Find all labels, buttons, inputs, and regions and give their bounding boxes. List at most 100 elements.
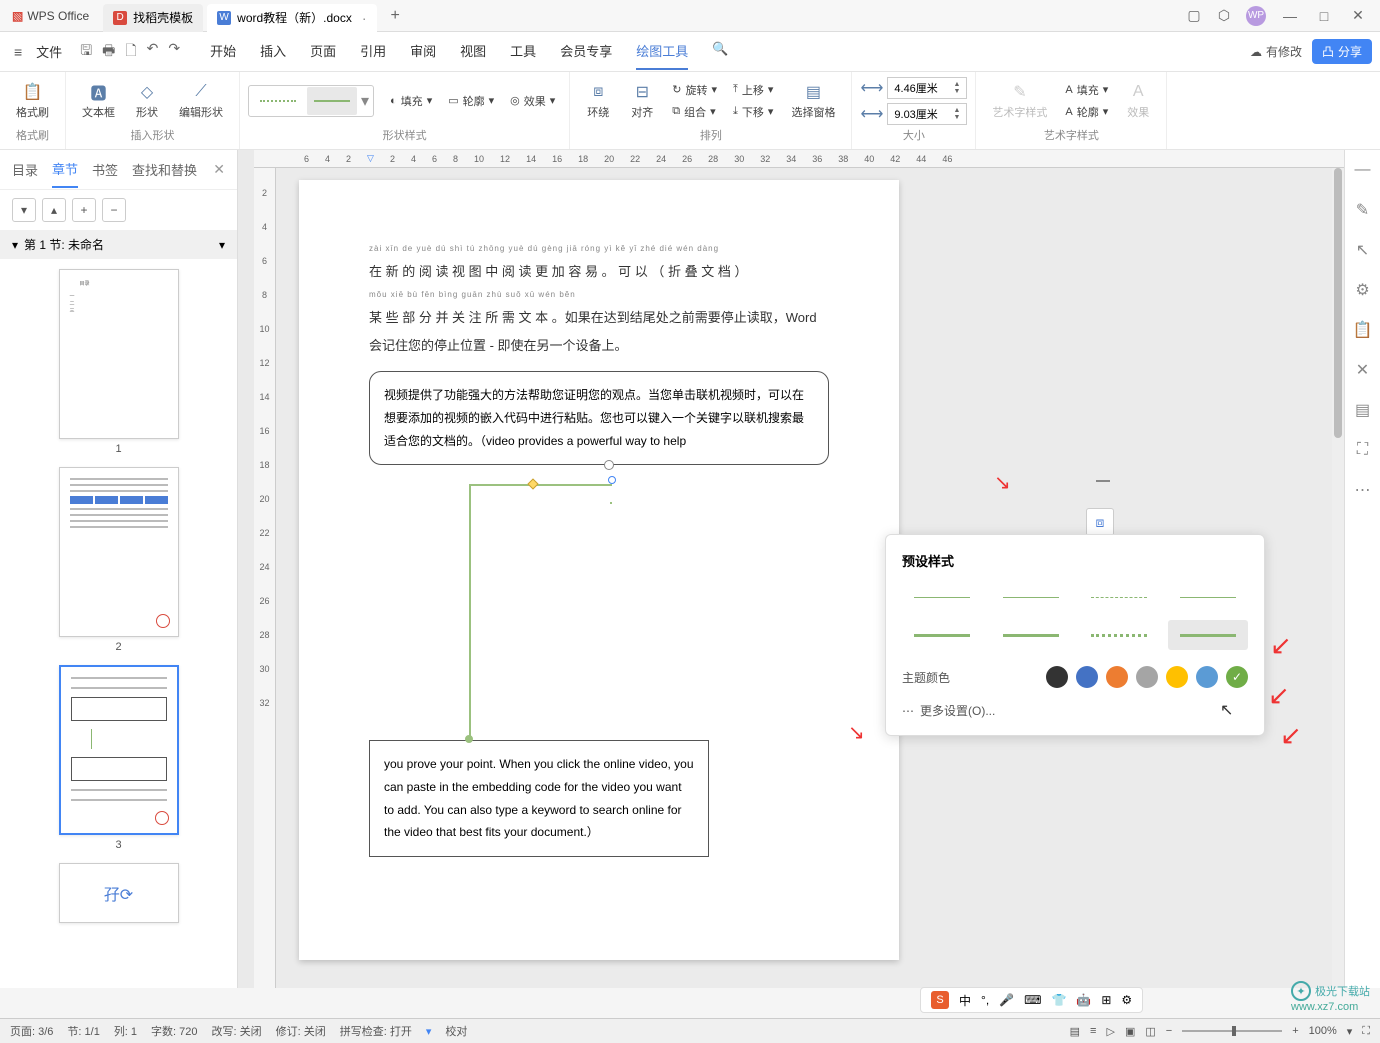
style-option-1[interactable] [902, 582, 983, 612]
expand-button[interactable]: ▴ [42, 198, 66, 222]
settings-icon[interactable]: ⚙ [1353, 280, 1373, 300]
zoom-dropdown-icon[interactable]: ▾ [1347, 1025, 1353, 1038]
panel-tab-bookmark[interactable]: 书签 [92, 152, 118, 187]
more-settings-button[interactable]: ⋯ 更多设置(O)... [902, 702, 1248, 719]
app-logo[interactable]: ▧ WPS Office [0, 0, 101, 32]
wrap-button[interactable]: ⧈环绕 [578, 80, 618, 122]
art-style-button[interactable]: ✎艺术字样式 [984, 80, 1055, 122]
outline-button[interactable]: ▭轮廓▾ [442, 91, 500, 111]
color-blue[interactable] [1076, 666, 1098, 688]
menu-search-icon[interactable]: 🔍 [712, 33, 728, 70]
dropdown-icon[interactable]: ▾ [361, 91, 369, 111]
burger-icon[interactable]: ≡ [8, 44, 28, 60]
handle-adjust[interactable] [527, 478, 538, 489]
minus-icon[interactable]: — [1353, 160, 1373, 180]
cursor-icon[interactable]: ↖ [1353, 240, 1373, 260]
connector-v[interactable] [469, 484, 471, 739]
tab-close-icon[interactable]: · [362, 10, 367, 26]
add-section-button[interactable]: + [72, 198, 96, 222]
tab-add-button[interactable]: + [379, 7, 412, 25]
status-col[interactable]: 列: 1 [114, 1023, 137, 1039]
group-button[interactable]: ⧉组合▾ [666, 102, 723, 122]
menu-tab-start[interactable]: 开始 [210, 33, 236, 70]
style-preview-2[interactable] [307, 87, 357, 115]
thumb-3[interactable]: 3 [0, 665, 237, 851]
ime-settings-icon[interactable]: ⚙ [1121, 993, 1132, 1007]
view-icon-1[interactable]: ▤ [1070, 1025, 1080, 1038]
more-icon[interactable]: ⋯ [1353, 480, 1373, 500]
color-green-selected[interactable]: ✓ [1226, 666, 1248, 688]
doc-scrollbar[interactable] [1332, 168, 1344, 988]
connector-h[interactable] [469, 484, 612, 486]
spinner-icon[interactable]: ▲▼ [953, 107, 960, 121]
text-box-2[interactable]: you prove your point. When you click the… [369, 740, 709, 857]
status-proof[interactable]: 校对 [445, 1023, 467, 1039]
zoom-thumb[interactable] [1232, 1026, 1236, 1036]
zoom-out-button[interactable]: − [1166, 1025, 1172, 1037]
menu-tab-review[interactable]: 审阅 [410, 33, 436, 70]
rotate-handle[interactable] [604, 460, 614, 470]
menu-tab-insert[interactable]: 插入 [260, 33, 286, 70]
style-option-6[interactable] [991, 620, 1072, 650]
ime-bar[interactable]: S 中 °, 🎤 ⌨ 👕 🤖 ⊞ ⚙ [920, 987, 1143, 1013]
preview-icon[interactable]: 🗋 [125, 40, 136, 64]
style-preview-1[interactable] [253, 87, 303, 115]
sogou-icon[interactable]: S [931, 991, 949, 1009]
status-spell[interactable]: 拼写检查: 打开 [340, 1023, 412, 1039]
rotate-button[interactable]: ↻旋转▾ [666, 80, 723, 100]
zoom-in-button[interactable]: + [1292, 1025, 1298, 1037]
panel-tab-toc[interactable]: 目录 [12, 152, 38, 187]
art-outline-button[interactable]: A轮廓▾ [1059, 102, 1114, 122]
shape-button[interactable]: ◇ 形状 [127, 80, 167, 122]
section-header[interactable]: ▾ 第 1 节: 未命名 ▾ [0, 230, 237, 259]
ime-punct-icon[interactable]: °, [981, 993, 989, 1007]
print-icon[interactable]: 🖶 [102, 40, 115, 64]
tools-icon[interactable]: ✕ [1353, 360, 1373, 380]
menu-tab-view[interactable]: 视图 [460, 33, 486, 70]
style-option-3[interactable] [1079, 582, 1160, 612]
art-fill-button[interactable]: A填充▾ [1059, 80, 1114, 100]
color-yellow[interactable] [1166, 666, 1188, 688]
ime-toolbox-icon[interactable]: ⊞ [1101, 993, 1111, 1007]
format-painter-button[interactable]: 📋 格式刷 [8, 80, 57, 122]
style-option-2[interactable] [991, 582, 1072, 612]
handle-bottom[interactable] [465, 735, 473, 743]
thumb-2[interactable]: 2 [0, 467, 237, 653]
color-gray[interactable] [1136, 666, 1158, 688]
fill-button[interactable]: ◐填充▾ [384, 91, 438, 111]
tab-template[interactable]: D 找稻壳模板 [103, 4, 203, 32]
expand-icon[interactable]: ⛶ [1353, 440, 1373, 460]
menu-tab-reference[interactable]: 引用 [360, 33, 386, 70]
menu-tab-tools[interactable]: 工具 [510, 33, 536, 70]
style-option-8[interactable] [1168, 620, 1249, 650]
text-box-1[interactable]: 视频提供了功能强大的方法帮助您证明您的观点。当您单击联机视频时，可以在想要添加的… [369, 371, 829, 465]
remove-section-button[interactable]: − [102, 198, 126, 222]
width-input[interactable]: 4.46厘米▲▼ [887, 77, 967, 99]
layout-options-button[interactable]: ⧈ [1086, 508, 1114, 536]
ime-skin-icon[interactable]: 🤖 [1076, 993, 1091, 1007]
redo-icon[interactable]: ↷ [168, 40, 180, 64]
status-words[interactable]: 字数: 720 [151, 1023, 197, 1039]
menu-tab-page[interactable]: 页面 [310, 33, 336, 70]
scrollbar-thumb[interactable] [1334, 168, 1342, 438]
panel-close-icon[interactable]: ✕ [213, 161, 225, 178]
menu-tab-member[interactable]: 会员专享 [560, 33, 612, 70]
avatar[interactable]: WP [1246, 6, 1266, 26]
horizontal-ruler[interactable]: 642▽246810121416182022242628303234363840… [254, 150, 1344, 168]
zoom-level[interactable]: 100% [1309, 1025, 1337, 1037]
fullscreen-icon[interactable]: ⛶ [1362, 1025, 1370, 1038]
panel-tab-find[interactable]: 查找和替换 [132, 152, 197, 187]
menu-tab-drawing[interactable]: 绘图工具 [636, 33, 688, 70]
view-icon-5[interactable]: ◫ [1145, 1025, 1155, 1038]
left-scrollbar[interactable] [238, 150, 254, 988]
maximize-button[interactable]: □ [1314, 8, 1334, 24]
pencil-icon[interactable]: ✎ [1353, 200, 1373, 220]
zoom-slider[interactable] [1182, 1030, 1282, 1032]
status-track[interactable]: 修订: 关闭 [276, 1023, 326, 1039]
edit-status[interactable]: ☁ 有修改 [1250, 43, 1302, 60]
section-expand-icon[interactable]: ▾ [219, 238, 225, 252]
undo-icon[interactable]: ↶ [147, 40, 159, 64]
collapse-button[interactable]: ▾ [12, 198, 36, 222]
ime-mic-icon[interactable]: 🎤 [999, 993, 1014, 1007]
style-gallery[interactable]: ▾ [248, 85, 374, 117]
